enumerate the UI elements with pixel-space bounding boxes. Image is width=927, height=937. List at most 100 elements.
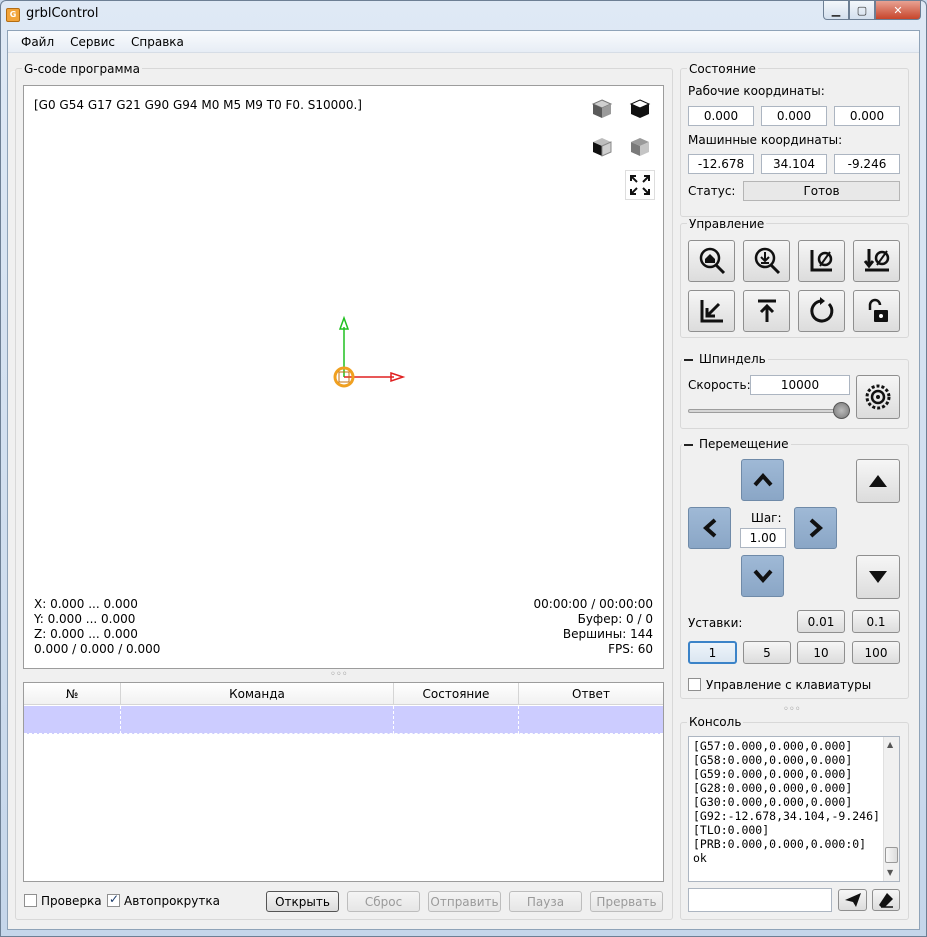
console-scroll-thumb[interactable]	[885, 847, 898, 863]
column-header-response[interactable]: Ответ	[519, 683, 663, 705]
open-button[interactable]: Открыть	[266, 891, 339, 912]
console-line: [G30:0.000,0.000,0.000]	[693, 795, 853, 809]
console-line: [TLO:0.000]	[693, 823, 770, 837]
jog-x-plus-button[interactable]	[794, 507, 837, 549]
work-y-field: 0.000	[761, 106, 827, 126]
spindle-slider-track[interactable]	[688, 409, 848, 413]
zero-z-button[interactable]	[853, 240, 900, 282]
scroll-down-icon[interactable]: ▼	[887, 868, 893, 877]
reset-button[interactable]: Сброс	[347, 891, 420, 912]
preset-5-button[interactable]: 5	[743, 641, 791, 664]
jog-z-minus-button[interactable]	[856, 555, 900, 599]
right-splitter[interactable]: ◦◦◦	[783, 704, 801, 715]
range-z: Z: 0.000 ... 0.000	[34, 627, 138, 641]
minimize-button[interactable]: ▁	[823, 1, 849, 20]
cube-left-icon[interactable]	[587, 132, 617, 162]
spindle-icon	[865, 384, 891, 410]
preset-10-button[interactable]: 10	[797, 641, 845, 664]
home-search-button[interactable]	[688, 240, 735, 282]
work-z-field: 0.000	[834, 106, 900, 126]
safe-position-button[interactable]	[743, 290, 790, 332]
check-mode-label: Проверка	[41, 894, 102, 908]
menu-service[interactable]: Сервис	[62, 35, 123, 49]
machine-z-field: -9.246	[834, 154, 900, 174]
range-x: X: 0.000 ... 0.000	[34, 597, 138, 611]
column-header-command[interactable]: Команда	[121, 683, 394, 705]
safe-position-icon	[757, 299, 776, 322]
jog-y-plus-button[interactable]	[741, 459, 784, 501]
step-field[interactable]: 1.00	[740, 528, 786, 548]
reset-machine-button[interactable]	[798, 290, 845, 332]
parser-state: [G0 G54 G17 G21 G90 G94 M0 M5 M9 T0 F0. …	[34, 98, 362, 112]
pause-button[interactable]: Пауза	[509, 891, 582, 912]
jog-group-title[interactable]: Перемещение	[682, 437, 791, 451]
fps-readout: FPS: 60	[608, 642, 653, 656]
check-mode-checkbox[interactable]	[24, 894, 37, 907]
spindle-group-title[interactable]: Шпиндель	[682, 352, 768, 366]
machine-coords-label: Машинные координаты:	[688, 133, 843, 147]
restore-origin-button[interactable]	[688, 290, 735, 332]
column-header-state[interactable]: Состояние	[394, 683, 519, 705]
gcode-table[interactable]: № Команда Состояние Ответ	[23, 682, 664, 882]
machine-y-field: 34.104	[761, 154, 827, 174]
range-size: 0.000 / 0.000 / 0.000	[34, 642, 161, 656]
preset-100-button[interactable]: 100	[852, 641, 900, 664]
table-row[interactable]	[24, 706, 663, 734]
vertical-splitter[interactable]: ◦◦◦	[330, 669, 348, 680]
app-icon: G	[6, 8, 20, 22]
command-input[interactable]	[688, 888, 832, 912]
preset-0.01-button[interactable]: 0.01	[797, 610, 845, 633]
main-window: Файл Сервис Справка G-code программа [G0…	[7, 30, 920, 930]
cube-iso-icon[interactable]	[625, 94, 655, 124]
menu-help[interactable]: Справка	[123, 35, 192, 49]
triangle-up-icon	[869, 475, 887, 487]
table-cell	[519, 706, 663, 734]
zero-xy-button[interactable]	[798, 240, 845, 282]
unlock-icon	[868, 298, 888, 322]
vertices-readout: Вершины: 144	[562, 627, 653, 641]
triangle-down-icon	[869, 571, 887, 583]
spindle-speed-field[interactable]: 10000	[750, 375, 850, 395]
jog-x-minus-button[interactable]	[688, 507, 731, 549]
jog-z-plus-button[interactable]	[856, 459, 900, 503]
jog-y-minus-button[interactable]	[741, 555, 784, 597]
unlock-button[interactable]	[853, 290, 900, 332]
probe-search-icon	[754, 247, 780, 275]
scroll-up-icon[interactable]: ▲	[887, 740, 893, 749]
gcode-group-title: G-code программа	[22, 62, 142, 76]
keyboard-control-checkbox[interactable]	[688, 678, 701, 691]
window-controls: ▁ ▢ ✕	[823, 1, 921, 21]
send-command-button[interactable]	[838, 889, 867, 911]
collapse-icon	[684, 358, 693, 361]
cube-front-icon[interactable]	[587, 94, 617, 124]
console-scrollbar[interactable]: ▲ ▼	[883, 737, 899, 881]
work-coords-label: Рабочие координаты:	[688, 84, 825, 98]
cube-top-icon[interactable]	[625, 132, 655, 162]
fit-view-icon[interactable]	[625, 170, 655, 200]
work-x-field: 0.000	[688, 106, 754, 126]
time-readout: 00:00:00 / 00:00:00	[533, 597, 653, 611]
console-line: [PRB:0.000,0.000,0.000:0]	[693, 837, 867, 851]
spindle-slider-handle[interactable]	[833, 402, 850, 419]
maximize-button[interactable]: ▢	[849, 1, 875, 20]
close-button[interactable]: ✕	[875, 1, 921, 20]
probe-search-button[interactable]	[743, 240, 790, 282]
preset-0.1-button[interactable]: 0.1	[852, 610, 900, 633]
gcode-3d-view[interactable]: [G0 G54 G17 G21 G90 G94 M0 M5 M9 T0 F0. …	[23, 85, 664, 669]
abort-button[interactable]: Прервать	[590, 891, 663, 912]
column-header-number[interactable]: №	[24, 683, 121, 705]
zero-xy-icon	[810, 250, 832, 272]
collapse-icon	[684, 443, 693, 446]
send-button[interactable]: Отправить	[428, 891, 501, 912]
console-output[interactable]: [G57:0.000,0.000,0.000] [G58:0.000,0.000…	[688, 736, 900, 882]
speed-label: Скорость:	[688, 378, 751, 392]
autoscroll-checkbox[interactable]	[107, 892, 120, 907]
preset-1-button[interactable]: 1	[688, 641, 737, 664]
menu-file[interactable]: Файл	[13, 35, 62, 49]
console-group-title: Консоль	[687, 715, 744, 729]
reset-icon	[809, 297, 833, 323]
clear-console-button[interactable]	[872, 889, 900, 911]
console-line: [G92:-12.678,34.104,-9.246]	[693, 809, 880, 823]
spindle-title: Шпиндель	[699, 352, 766, 366]
spindle-toggle-button[interactable]	[856, 375, 900, 419]
